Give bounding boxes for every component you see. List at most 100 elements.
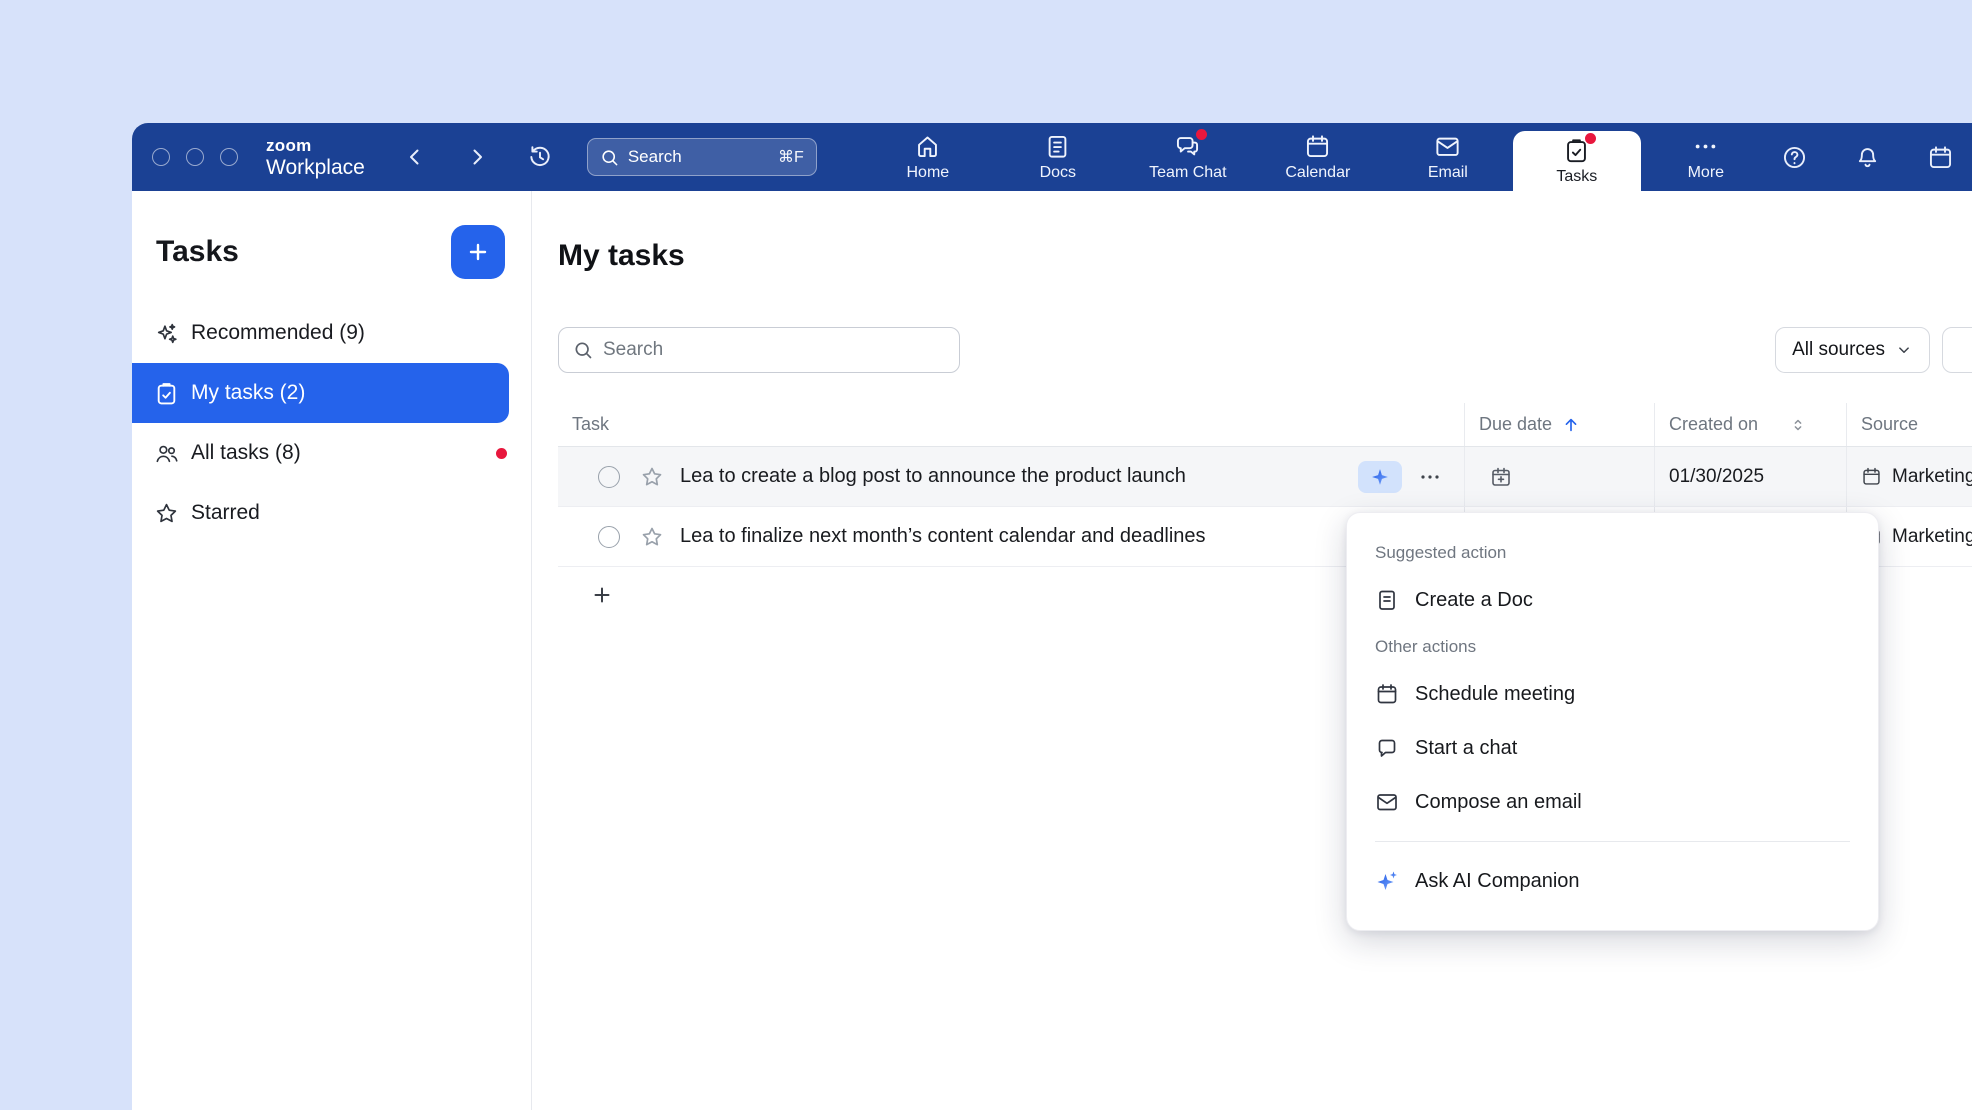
sidebar-item-starred[interactable]: Starred (132, 483, 531, 543)
tasks-icon (1563, 137, 1590, 164)
sources-filter-dropdown[interactable]: All sources (1775, 327, 1930, 373)
clipped-control[interactable] (1942, 327, 1972, 373)
notifications-button[interactable] (1850, 140, 1885, 175)
nav-team-chat[interactable]: Team Chat (1123, 123, 1253, 191)
sidebar-item-recommended[interactable]: Recommended (9) (132, 303, 531, 363)
source-value: Marketing (1892, 526, 1972, 548)
app-window: zoom Workplace Search ⌘F Home (132, 123, 1972, 1110)
task-complete-checkbox[interactable] (598, 526, 620, 548)
schedule-button[interactable] (1923, 140, 1958, 175)
task-row[interactable]: Lea to create a blog post to announce th… (558, 447, 1972, 507)
menu-item-create-doc[interactable]: Create a Doc (1373, 573, 1852, 627)
header-created-on[interactable]: Created on (1654, 403, 1846, 446)
nav-email[interactable]: Email (1383, 123, 1513, 191)
star-icon[interactable] (640, 465, 664, 489)
global-search[interactable]: Search ⌘F (587, 138, 817, 176)
doc-icon (1375, 588, 1399, 612)
home-icon (914, 133, 941, 160)
team-chat-icon (1174, 133, 1201, 160)
nav-more-label: More (1688, 164, 1724, 182)
my-tasks-icon (154, 381, 179, 406)
star-icon[interactable] (640, 525, 664, 549)
back-button[interactable] (399, 141, 431, 173)
global-search-placeholder: Search (628, 147, 682, 167)
menu-item-compose-email[interactable]: Compose an email (1373, 775, 1852, 829)
task-title: Lea to create a blog post to announce th… (680, 465, 1186, 488)
sidebar-item-all-tasks[interactable]: All tasks (8) (132, 423, 531, 483)
help-button[interactable] (1777, 140, 1812, 175)
plus-icon (465, 239, 491, 265)
nav-docs[interactable]: Docs (993, 123, 1123, 191)
tasks-sidebar: Tasks Recommended (9) My tasks (2) All t… (132, 191, 532, 1110)
add-task-button[interactable] (590, 583, 614, 607)
logo-workplace-text: Workplace (266, 157, 365, 178)
tasks-search-input[interactable] (603, 339, 945, 361)
suggested-action-label: Suggested action (1373, 533, 1852, 573)
sidebar-item-label: All tasks (8) (191, 441, 301, 465)
menu-item-schedule-meeting[interactable]: Schedule meeting (1373, 667, 1852, 721)
logo-zoom-text: zoom (266, 137, 365, 154)
other-actions-label: Other actions (1373, 627, 1852, 667)
people-icon (154, 441, 179, 466)
email-icon (1434, 133, 1461, 160)
nav-calendar-label: Calendar (1285, 164, 1350, 182)
task-complete-checkbox[interactable] (598, 466, 620, 488)
menu-item-ask-ai-companion[interactable]: Ask AI Companion (1373, 854, 1852, 908)
nav-team-chat-label: Team Chat (1149, 164, 1226, 182)
header-source: Source (1846, 403, 1972, 446)
forward-button[interactable] (461, 141, 493, 173)
window-close-button[interactable] (152, 148, 170, 166)
new-task-button[interactable] (451, 225, 505, 279)
header-task: Task (558, 403, 1464, 446)
source-calendar-icon (1861, 466, 1882, 487)
window-minimize-button[interactable] (186, 148, 204, 166)
sparkle-icon (154, 321, 179, 346)
ellipsis-icon (1418, 465, 1442, 489)
chat-bubble-icon (1375, 736, 1399, 760)
page-title: My tasks (558, 239, 1972, 273)
calendar-icon (1375, 682, 1399, 706)
sidebar-title: Tasks (156, 235, 239, 269)
chevron-down-icon (1895, 341, 1913, 359)
chevron-left-icon (403, 145, 427, 169)
search-icon (573, 340, 593, 360)
calendar-date-icon (1927, 144, 1954, 171)
sidebar-item-label: Recommended (9) (191, 321, 365, 345)
star-icon (154, 501, 179, 526)
team-chat-badge (1196, 129, 1207, 140)
source-value: Marketing (1892, 466, 1972, 488)
nav-tasks[interactable]: Tasks (1513, 131, 1641, 191)
history-button[interactable] (523, 140, 557, 174)
search-icon (600, 148, 619, 167)
header-due-date[interactable]: Due date (1464, 403, 1654, 446)
history-icon (527, 144, 553, 170)
sort-icon (1789, 416, 1807, 434)
task-actions-menu: Suggested action Create a Doc Other acti… (1346, 512, 1879, 931)
nav-more[interactable]: More (1641, 123, 1771, 191)
row-more-button[interactable] (1418, 465, 1442, 489)
ai-companion-action-button[interactable] (1358, 461, 1402, 493)
all-tasks-badge (496, 448, 507, 459)
help-icon (1781, 144, 1808, 171)
plus-icon (590, 583, 614, 607)
add-due-date-button[interactable] (1485, 461, 1517, 493)
task-title: Lea to finalize next month’s content cal… (680, 525, 1206, 548)
menu-item-start-chat[interactable]: Start a chat (1373, 721, 1852, 775)
nav-tasks-label: Tasks (1556, 168, 1597, 186)
sidebar-item-my-tasks[interactable]: My tasks (2) (132, 363, 509, 423)
ai-sparkle-icon (1370, 467, 1390, 487)
nav-email-label: Email (1428, 164, 1468, 182)
nav-calendar[interactable]: Calendar (1253, 123, 1383, 191)
nav-home[interactable]: Home (863, 123, 993, 191)
tasks-badge (1585, 133, 1596, 144)
more-icon (1692, 133, 1719, 160)
docs-icon (1044, 133, 1071, 160)
sidebar-item-label: Starred (191, 501, 260, 525)
created-on-value: 01/30/2025 (1669, 466, 1764, 488)
zoom-workplace-logo: zoom Workplace (266, 137, 365, 178)
window-zoom-button[interactable] (220, 148, 238, 166)
tasks-search (558, 327, 960, 373)
menu-divider (1375, 841, 1850, 842)
sidebar-item-label: My tasks (2) (191, 381, 305, 405)
sort-ascending-icon (1561, 415, 1581, 435)
